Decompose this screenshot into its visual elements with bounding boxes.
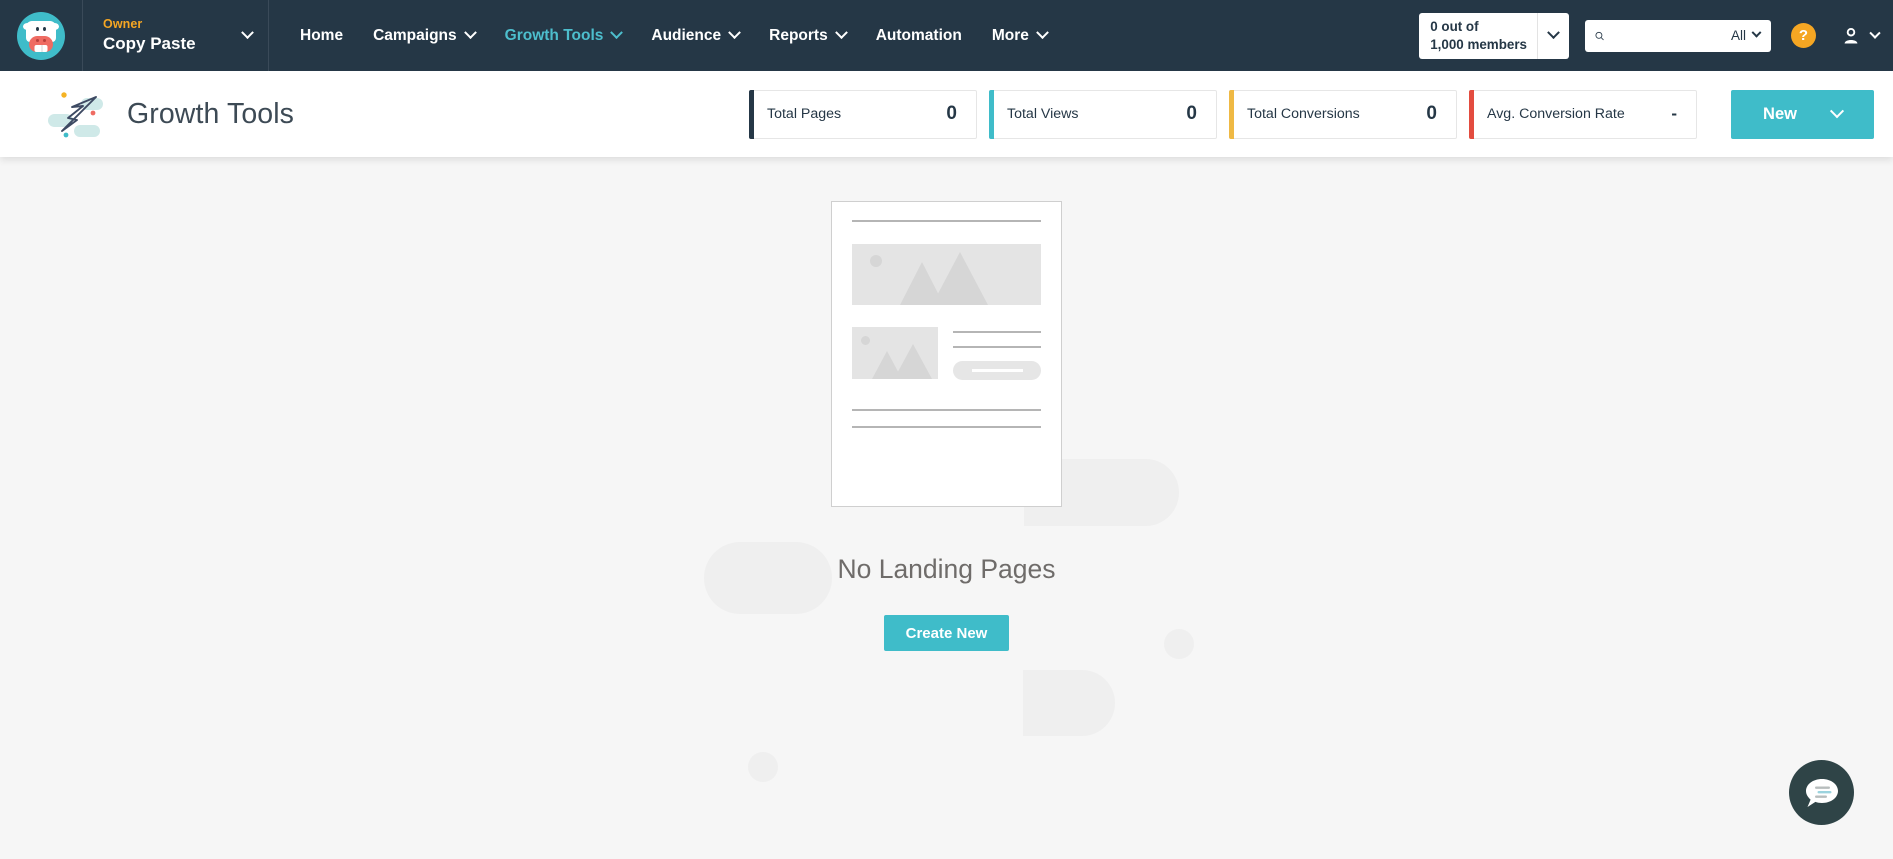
- empty-state-title: No Landing Pages: [837, 554, 1056, 584]
- page-header: Growth Tools Total Pages 0 Total Views 0…: [0, 71, 1893, 157]
- chevron-down-icon: [1829, 104, 1845, 119]
- account-name-label: Copy Paste: [103, 34, 196, 54]
- nav-item-more[interactable]: More: [977, 0, 1062, 71]
- nav-item-home[interactable]: Home: [285, 0, 358, 71]
- new-button-label: New: [1763, 104, 1797, 123]
- illustration-thumbnail: [852, 327, 938, 379]
- stat-card-total-conversions: Total Conversions 0: [1229, 89, 1457, 139]
- main-content: No Landing Pages Create New: [0, 157, 1893, 859]
- help-button[interactable]: ?: [1791, 23, 1816, 48]
- chat-widget-button[interactable]: [1789, 760, 1854, 825]
- brand-block: Growth Tools: [46, 90, 294, 138]
- nav-item-audience[interactable]: Audience: [636, 0, 754, 71]
- stat-card-avg-conversion-rate: Avg. Conversion Rate -: [1469, 89, 1697, 139]
- chevron-down-icon: [610, 26, 624, 40]
- illustration-line: [852, 409, 1041, 411]
- nav-item-automation[interactable]: Automation: [861, 0, 977, 71]
- stat-value: 0: [1186, 103, 1197, 124]
- nav-item-campaigns[interactable]: Campaigns: [358, 0, 490, 71]
- illustration-text-block: [953, 327, 1041, 380]
- illustration-button: [953, 361, 1041, 380]
- member-quota-line2: 1,000 members: [1430, 36, 1527, 52]
- account-switcher[interactable]: Owner Copy Paste: [83, 0, 268, 71]
- nav-item-label: Growth Tools: [504, 26, 604, 44]
- search-container: All: [1585, 19, 1771, 52]
- stat-card-total-views: Total Views 0: [989, 89, 1217, 139]
- page-title: Growth Tools: [127, 97, 294, 130]
- create-new-button[interactable]: Create New: [883, 615, 1010, 651]
- stats-bar: Total Pages 0 Total Views 0 Total Conver…: [749, 89, 1874, 139]
- stat-value: 0: [946, 103, 957, 124]
- chevron-down-icon: [1751, 27, 1762, 38]
- illustration-line: [852, 220, 1041, 222]
- decorative-circle: [748, 752, 778, 782]
- search-icon: [1595, 31, 1604, 40]
- search-filter-dropdown[interactable]: All: [1730, 27, 1762, 43]
- chevron-down-icon: [1036, 26, 1049, 40]
- stat-label: Total Conversions: [1247, 106, 1360, 122]
- primary-nav: Home Campaigns Growth Tools Audience Rep…: [269, 0, 1419, 71]
- illustration-line: [852, 426, 1041, 428]
- nav-item-label: Campaigns: [373, 26, 457, 44]
- member-quota-dropdown[interactable]: 0 out of 1,000 members: [1419, 12, 1569, 59]
- illustration-mid-row: [852, 327, 1041, 380]
- chat-bubble-icon: [1805, 778, 1838, 807]
- top-navigation-bar: Owner Copy Paste Home Campaigns Growth T…: [0, 0, 1893, 71]
- new-button[interactable]: New: [1731, 89, 1874, 139]
- search-filter-label: All: [1730, 28, 1746, 43]
- account-avatar[interactable]: [0, 11, 82, 60]
- empty-state: No Landing Pages Create New: [0, 157, 1893, 651]
- chevron-down-icon: [834, 26, 848, 40]
- growth-tools-logo-icon: [48, 92, 103, 138]
- search-input[interactable]: [1610, 28, 1725, 43]
- nav-item-label: More: [991, 26, 1029, 44]
- chevron-down-icon: [728, 26, 742, 40]
- stat-label: Avg. Conversion Rate: [1487, 106, 1625, 122]
- chevron-down-icon: [241, 26, 254, 40]
- nav-item-label: Home: [300, 26, 344, 44]
- illustration-line: [953, 331, 1041, 333]
- nav-right-cluster: 0 out of 1,000 members All ?: [1419, 12, 1893, 59]
- stat-card-total-pages: Total Pages 0: [749, 89, 977, 139]
- cow-avatar-icon: [17, 11, 65, 60]
- stat-label: Total Pages: [767, 106, 842, 122]
- member-quota-caret[interactable]: [1537, 12, 1569, 59]
- nav-item-reports[interactable]: Reports: [754, 0, 861, 71]
- illustration-hero-image: [852, 244, 1041, 305]
- stat-value: -: [1671, 104, 1677, 123]
- user-icon: [1844, 27, 1858, 43]
- help-icon-label: ?: [1798, 27, 1809, 44]
- illustration-line: [953, 346, 1041, 348]
- member-quota-line1: 0 out of: [1430, 18, 1479, 34]
- landing-page-illustration: [831, 201, 1062, 507]
- nav-item-label: Reports: [769, 26, 828, 44]
- chevron-down-icon: [463, 26, 477, 40]
- nav-item-label: Audience: [651, 26, 722, 44]
- stat-value: 0: [1426, 103, 1437, 124]
- illustration-footer: [852, 409, 1041, 428]
- chevron-down-icon: [1869, 27, 1881, 39]
- user-account-menu[interactable]: [1841, 26, 1881, 46]
- account-role-label: Owner: [103, 16, 143, 31]
- nav-item-growth-tools[interactable]: Growth Tools: [490, 0, 637, 71]
- stat-label: Total Views: [1007, 106, 1079, 122]
- decorative-pill: [1023, 670, 1115, 736]
- chevron-down-icon: [1547, 26, 1560, 40]
- nav-item-label: Automation: [875, 26, 962, 44]
